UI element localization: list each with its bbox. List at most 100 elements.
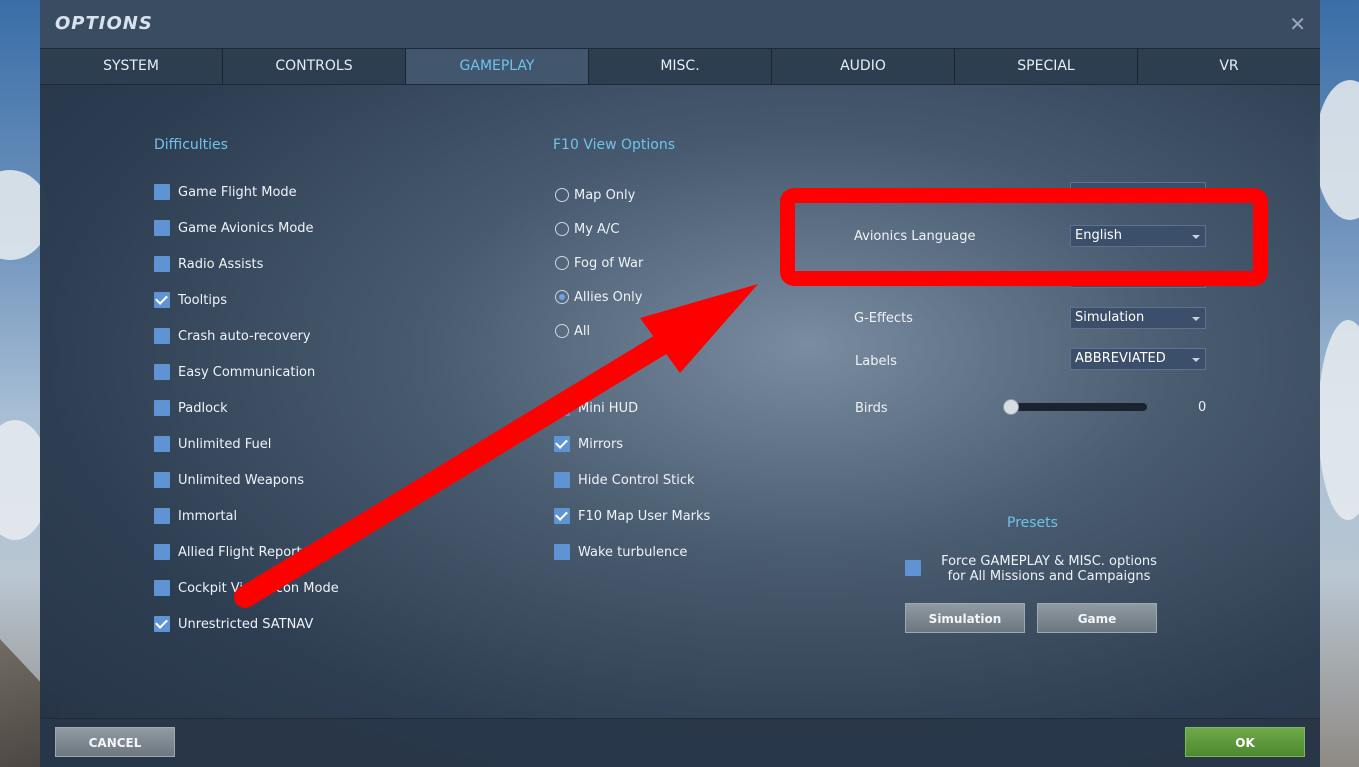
checkbox-label: Cockpit Vi econ Mode xyxy=(178,580,339,596)
radio-icon xyxy=(555,290,569,304)
labels-value: ABBREVIATED xyxy=(1075,351,1166,366)
checkbox-hide-control-stick[interactable]: Hide Control Stick xyxy=(554,471,695,489)
checkbox-icon xyxy=(154,364,170,380)
chevron-down-icon xyxy=(1192,235,1200,239)
checkbox-label: Game Flight Mode xyxy=(178,184,297,200)
title-bar: OPTIONS ✕ xyxy=(40,0,1320,48)
checkbox-label: Mirrors xyxy=(578,436,624,452)
birds-label: Birds xyxy=(855,401,888,416)
checkbox-icon xyxy=(154,328,170,344)
checkbox-radio-assists[interactable]: Radio Assists xyxy=(154,255,263,273)
force-options-label: Force GAMEPLAY & MISC. options for All M… xyxy=(920,554,1178,584)
radio-label: My A/C xyxy=(574,221,620,237)
checkbox-label: Wake turbulence xyxy=(578,544,688,560)
checkbox-icon xyxy=(154,580,170,596)
birds-slider-handle[interactable] xyxy=(1003,399,1019,415)
checkbox-icon xyxy=(154,292,170,308)
tab-controls[interactable]: CONTROLS xyxy=(223,49,406,84)
checkbox-label: F10 Map User Marks xyxy=(578,508,711,524)
force-options-line2: for All Missions and Campaigns xyxy=(947,569,1151,584)
checkbox-label: Radio Assists xyxy=(178,256,264,272)
radio-allies-only[interactable]: Allies Only xyxy=(555,288,642,306)
radio-icon xyxy=(555,188,569,202)
avionics-language-select[interactable]: English xyxy=(1070,225,1206,247)
tab-special[interactable]: SPECIAL xyxy=(955,49,1138,84)
labels-select[interactable]: ABBREVIATED xyxy=(1070,348,1206,370)
radio-map-only[interactable]: Map Only xyxy=(555,186,635,204)
background-cloud xyxy=(1315,80,1359,220)
checkbox-icon xyxy=(154,220,170,236)
force-options-line1: Force GAMEPLAY & MISC. options xyxy=(941,554,1157,569)
cancel-button[interactable]: CANCEL xyxy=(55,727,175,757)
checkbox-icon xyxy=(154,508,170,524)
presets-title: Presets xyxy=(1007,515,1058,531)
checkbox-unrestricted-satnav[interactable]: Unrestricted SATNAV xyxy=(154,615,313,633)
checkbox-icon xyxy=(154,184,170,200)
checkbox-label: Tooltips xyxy=(178,292,227,308)
ok-button[interactable]: OK xyxy=(1185,727,1305,757)
radio-my-ac[interactable]: My A/C xyxy=(555,220,619,238)
checkbox-game-avionics-mode[interactable]: Game Avionics Mode xyxy=(154,219,314,237)
checkbox-crash-auto-recovery[interactable]: Crash auto-recovery xyxy=(154,327,311,345)
close-icon[interactable]: ✕ xyxy=(1289,12,1306,36)
checkbox-easy-communication[interactable]: Easy Communication xyxy=(154,363,315,381)
tab-bar: SYSTEM CONTROLS GAMEPLAY MISC. AUDIO SPE… xyxy=(40,48,1320,85)
checkbox-label: Crash auto-recovery xyxy=(178,328,311,344)
checkbox-mini-hud[interactable]: Mini HUD xyxy=(554,399,638,417)
avionics-language-label: Avionics Language xyxy=(854,229,976,244)
checkbox-icon xyxy=(554,400,570,416)
tab-gameplay[interactable]: GAMEPLAY xyxy=(406,49,589,84)
checkbox-label: Unlimited Fuel xyxy=(178,436,272,452)
birds-value: 0 xyxy=(1198,400,1207,415)
window-title: OPTIONS xyxy=(55,13,153,34)
radio-label: Allies Only xyxy=(574,289,643,305)
radio-label: All xyxy=(574,323,591,339)
checkbox-icon xyxy=(154,544,170,560)
checkbox-unlimited-weapons[interactable]: Unlimited Weapons xyxy=(154,471,304,489)
checkbox-icon xyxy=(554,544,570,560)
checkbox-label: Unlimited Weapons xyxy=(178,472,305,488)
checkbox-cockpit-view-recon-mode[interactable]: Cockpit Vi econ Mode xyxy=(154,579,339,597)
radio-icon xyxy=(555,222,569,236)
g-effects-label: G-Effects xyxy=(854,311,913,326)
g-effects-value: Simulation xyxy=(1075,310,1145,325)
checkbox-icon xyxy=(554,472,570,488)
radio-all[interactable]: All xyxy=(555,322,590,340)
avionics-language-value: English xyxy=(1075,228,1122,243)
checkbox-label: Mini HUD xyxy=(578,400,639,416)
checkbox-label: Allied Flight Reports xyxy=(178,544,309,560)
tab-system[interactable]: SYSTEM xyxy=(40,49,223,84)
checkbox-label: Padlock xyxy=(178,400,228,416)
checkbox-mirrors[interactable]: Mirrors xyxy=(554,435,623,453)
checkbox-padlock[interactable]: Padlock xyxy=(154,399,228,417)
g-effects-select[interactable]: Simulation xyxy=(1070,307,1206,329)
labels-label: Labels xyxy=(855,354,897,369)
checkbox-tooltips[interactable]: Tooltips xyxy=(154,291,227,309)
birds-slider-track[interactable] xyxy=(1005,403,1147,411)
checkbox-label: Unrestricted SATNAV xyxy=(178,616,314,632)
options-window: OPTIONS ✕ SYSTEM CONTROLS GAMEPLAY MISC.… xyxy=(40,0,1320,767)
checkbox-icon xyxy=(154,436,170,452)
game-preset-button[interactable]: Game xyxy=(1037,603,1157,633)
background-cloud xyxy=(1318,320,1359,520)
force-options-checkbox[interactable] xyxy=(905,560,921,576)
checkbox-wake-turbulence[interactable]: Wake turbulence xyxy=(554,543,687,561)
tab-misc[interactable]: MISC. xyxy=(589,49,772,84)
checkbox-immortal[interactable]: Immortal xyxy=(154,507,237,525)
checkbox-f10-map-user-marks[interactable]: F10 Map User Marks xyxy=(554,507,710,525)
radio-fog-of-war[interactable]: Fog of War xyxy=(555,254,643,272)
f10-view-options-title: F10 View Options xyxy=(553,137,676,153)
tab-vr[interactable]: VR xyxy=(1138,49,1320,84)
simulation-preset-button[interactable]: Simulation xyxy=(905,603,1025,633)
checkbox-unlimited-fuel[interactable]: Unlimited Fuel xyxy=(154,435,271,453)
checkbox-allied-flight-reports[interactable]: Allied Flight Reports xyxy=(154,543,308,561)
hidden-select-bottom[interactable] xyxy=(1070,280,1206,288)
checkbox-icon xyxy=(554,436,570,452)
tab-audio[interactable]: AUDIO xyxy=(772,49,955,84)
checkbox-icon xyxy=(154,472,170,488)
checkbox-icon xyxy=(554,508,570,524)
checkbox-label: Easy Communication xyxy=(178,364,316,380)
checkbox-game-flight-mode[interactable]: Game Flight Mode xyxy=(154,183,297,201)
checkbox-icon xyxy=(154,400,170,416)
hidden-select-top[interactable] xyxy=(1070,182,1206,190)
